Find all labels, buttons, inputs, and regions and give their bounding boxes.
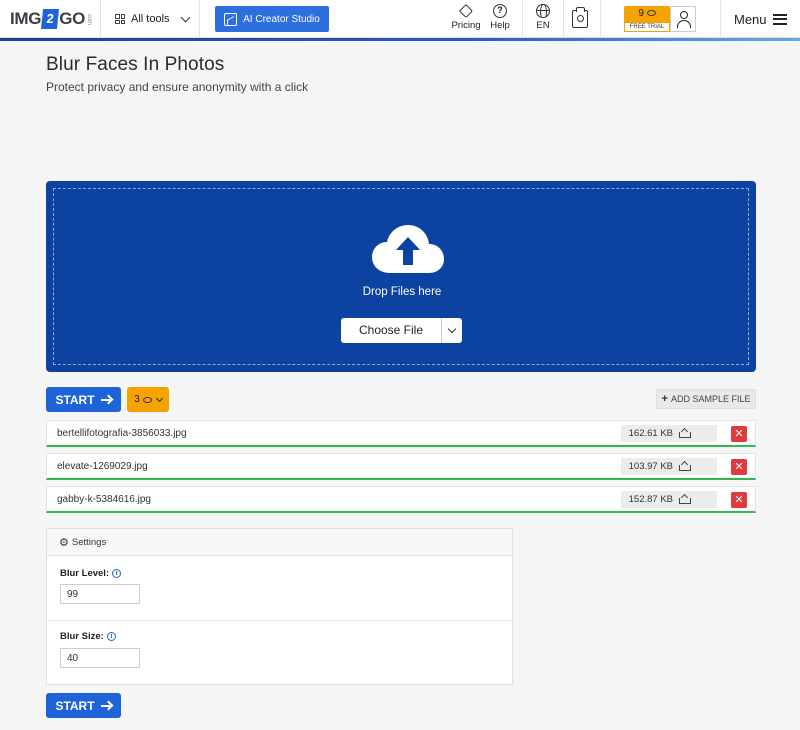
page-subtitle: Protect privacy and ensure anonymity wit… <box>46 80 309 94</box>
remove-file-button[interactable]: ✕ <box>731 426 747 442</box>
header-divider <box>563 0 564 38</box>
help-link[interactable]: ? Help <box>487 4 513 31</box>
user-icon <box>677 11 691 28</box>
start-label: START <box>55 392 95 407</box>
chevron-down-icon <box>180 12 190 22</box>
choose-file-button-group: Choose File <box>341 318 462 343</box>
blur-level-label: Blur Level: i <box>60 568 122 579</box>
info-icon[interactable]: i <box>112 569 122 578</box>
remove-file-button[interactable]: ✕ <box>731 492 747 508</box>
settings-divider <box>47 620 512 621</box>
header-divider <box>600 0 601 38</box>
info-icon[interactable]: i <box>106 632 116 641</box>
header-divider <box>100 0 101 38</box>
all-tools-label: All tools <box>131 13 170 25</box>
top-header: IMG 2 GO .com All tools AI Creator Studio P… <box>0 0 800 38</box>
file-size: 103.97 KB <box>621 458 717 475</box>
question-circle-icon: ? <box>493 4 507 18</box>
grid-icon <box>115 14 125 24</box>
site-logo[interactable]: IMG 2 GO .com <box>10 8 92 30</box>
dropzone-border: Drop Files here Choose File <box>53 188 749 365</box>
blur-level-input[interactable] <box>60 584 140 604</box>
language-label: EN <box>536 20 550 31</box>
settings-header: ⚙ Settings <box>47 529 512 556</box>
tag-icon <box>458 3 474 19</box>
choose-file-source-dropdown[interactable] <box>442 318 462 343</box>
remove-file-button[interactable]: ✕ <box>731 459 747 475</box>
plus-icon: + <box>661 393 668 405</box>
arrow-right-icon <box>100 701 112 711</box>
cloud-upload-small-icon[interactable] <box>679 495 691 504</box>
cloud-upload-small-icon[interactable] <box>679 462 691 471</box>
clipboard-clock-icon[interactable] <box>572 7 588 28</box>
header-accent-bar <box>0 38 800 41</box>
logo-text-mid: 2 <box>41 9 60 29</box>
choose-file-button[interactable]: Choose File <box>341 318 442 343</box>
cloud-upload-small-icon[interactable] <box>679 429 691 438</box>
add-sample-file-label: ADD SAMPLE FILE <box>670 394 751 404</box>
file-row: gabby-k-5384616.jpg 152.87 KB ✕ <box>46 486 756 513</box>
start-label: START <box>55 698 95 713</box>
help-label: Help <box>490 20 510 31</box>
pricing-label: Pricing <box>451 20 481 31</box>
file-dropzone[interactable]: Drop Files here Choose File <box>46 181 756 372</box>
add-sample-file-button[interactable]: + ADD SAMPLE FILE <box>656 389 756 409</box>
chevron-down-icon <box>155 394 163 402</box>
file-row: elevate-1269029.jpg 103.97 KB ✕ <box>46 453 756 480</box>
page-title: Blur Faces In Photos <box>46 54 225 75</box>
credits-badge[interactable]: 9 FREE TRIAL <box>624 6 670 32</box>
blur-size-input[interactable] <box>60 648 140 668</box>
credits-count: 9 <box>638 8 644 19</box>
file-name: gabby-k-5384616.jpg <box>57 494 151 505</box>
language-selector[interactable]: EN <box>530 4 556 31</box>
cogs-icon: ⚙ <box>59 536 69 549</box>
file-size: 152.87 KB <box>621 491 717 508</box>
hamburger-icon <box>772 13 787 25</box>
start-button-bottom[interactable]: START <box>46 693 121 718</box>
file-size: 162.61 KB <box>621 425 717 442</box>
credit-cost-dropdown[interactable]: 3 <box>127 387 169 412</box>
logo-text-left: IMG <box>10 9 42 28</box>
arrow-right-icon <box>100 395 112 405</box>
globe-icon <box>536 4 550 18</box>
drop-files-text: Drop Files here <box>362 286 442 298</box>
file-name: elevate-1269029.jpg <box>57 461 148 472</box>
all-tools-dropdown[interactable]: All tools <box>115 0 190 38</box>
file-name: bertellifotografia-3856033.jpg <box>57 428 187 439</box>
credit-cost-count: 3 <box>134 394 140 405</box>
header-divider <box>522 0 523 38</box>
coin-icon <box>646 10 656 17</box>
header-divider <box>199 0 200 38</box>
settings-title: Settings <box>71 536 107 548</box>
user-account-button[interactable] <box>670 6 696 32</box>
file-row: bertellifotografia-3856033.jpg 162.61 KB… <box>46 420 756 447</box>
ai-creator-studio-label: AI Creator Studio <box>243 13 320 25</box>
pricing-link[interactable]: Pricing <box>449 3 483 31</box>
start-button[interactable]: START <box>46 387 121 412</box>
header-divider <box>720 0 721 38</box>
cloud-upload-icon <box>372 225 444 273</box>
menu-label: Menu <box>734 11 767 27</box>
chevron-down-icon <box>447 324 457 334</box>
blur-size-label: Blur Size: i <box>60 631 116 642</box>
coin-icon <box>142 396 152 403</box>
settings-panel: ⚙ Settings Blur Level: i Blur Size: i <box>46 528 513 685</box>
image-ai-icon <box>224 12 238 26</box>
ai-creator-studio-button[interactable]: AI Creator Studio <box>215 6 329 32</box>
free-trial-label: FREE TRIAL <box>624 23 670 32</box>
logo-text-right: GO <box>59 9 86 28</box>
menu-button[interactable]: Menu <box>734 0 787 38</box>
logo-suffix: .com <box>86 13 93 25</box>
